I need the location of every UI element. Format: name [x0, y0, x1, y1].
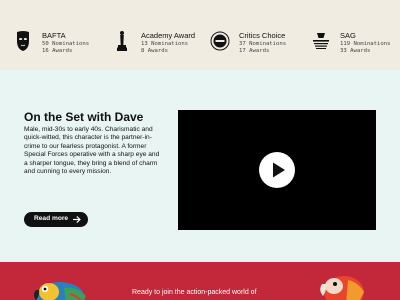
read-more-button[interactable]: Read more — [24, 212, 88, 227]
sag-awards-logo-icon — [313, 33, 329, 49]
awards-bar: BAFTA 50 Nominations 16 Awards Academy A… — [0, 0, 400, 70]
macaw-parrot-image — [34, 282, 86, 300]
read-more-label: Read more — [34, 215, 69, 222]
critics-choice-badge-icon — [210, 31, 230, 51]
promo-banner: Ready to join the action-packed world of — [0, 262, 400, 300]
award-nominations: 50 Nominations — [42, 41, 90, 47]
oscar-statuette-icon — [117, 31, 127, 51]
award-nominations: 37 Nominations — [239, 41, 287, 47]
play-button[interactable] — [259, 152, 295, 188]
award-nominations: 13 Nominations — [141, 41, 189, 47]
award-wins: 16 Awards — [42, 48, 73, 54]
award-wins: 17 Awards — [239, 48, 270, 54]
award-wins: 33 Awards — [340, 48, 371, 54]
award-name: BAFTA — [42, 31, 66, 40]
award-name: Critics Choice — [239, 31, 286, 40]
scarlet-macaw-image — [320, 276, 364, 300]
section-title: On the Set with Dave — [24, 110, 144, 124]
play-icon — [273, 162, 285, 178]
award-name: Academy Award — [141, 31, 196, 40]
arrow-right-icon — [73, 216, 81, 223]
video-player[interactable] — [178, 110, 376, 230]
promo-text: Ready to join the action-packed world of — [132, 289, 257, 296]
award-name: SAG — [340, 31, 356, 40]
award-nominations: 119 Nominations — [340, 41, 391, 47]
character-description: Male, mid-30s to early 40s. Charismatic … — [24, 126, 160, 176]
bafta-mask-icon — [17, 31, 29, 51]
award-wins: 8 Awards — [141, 48, 168, 54]
